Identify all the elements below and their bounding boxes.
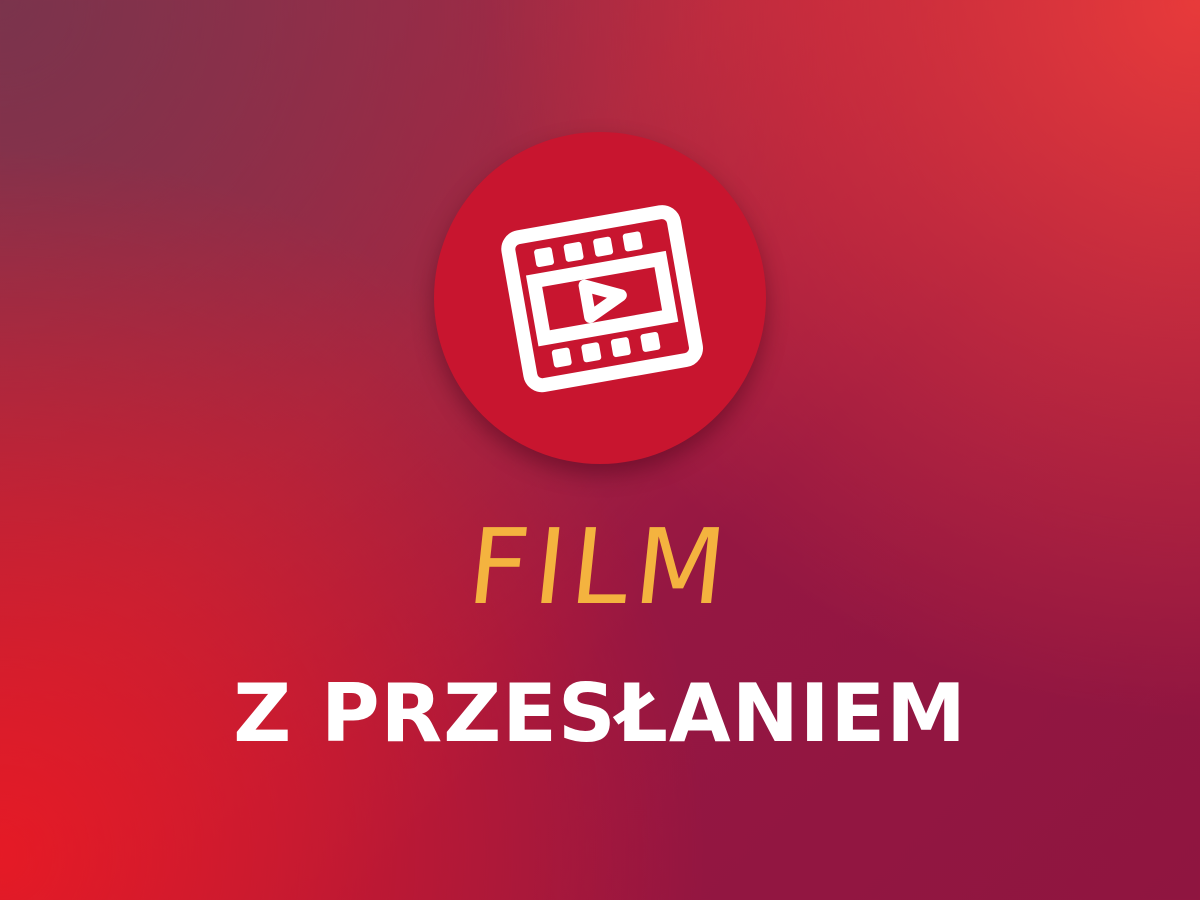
- film-badge: [434, 132, 766, 464]
- subtitle-z-przeslaniem: Z PRZESŁANIEM: [233, 667, 967, 760]
- title-film: FILM: [462, 506, 738, 628]
- film-play-icon: [501, 205, 703, 393]
